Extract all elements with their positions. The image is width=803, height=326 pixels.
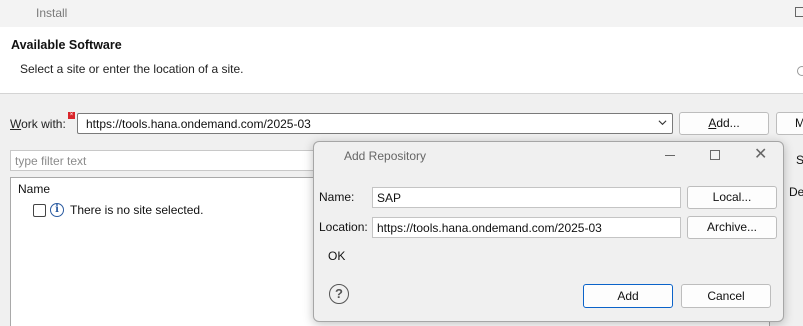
page-title: Available Software bbox=[11, 38, 122, 52]
info-icon: i bbox=[50, 203, 64, 217]
tree-row-label: There is no site selected. bbox=[70, 203, 204, 217]
work-with-value: https://tools.hana.ondemand.com/2025-03 bbox=[86, 117, 311, 131]
error-decoration-icon: × bbox=[68, 112, 75, 119]
help-icon[interactable]: ? bbox=[329, 284, 349, 304]
minimize-icon[interactable] bbox=[665, 155, 675, 156]
add-button[interactable]: Add bbox=[583, 284, 673, 308]
maximize-icon[interactable] bbox=[710, 150, 720, 160]
filter-placeholder: type filter text bbox=[15, 154, 87, 168]
add-site-button[interactable]: Add... bbox=[679, 112, 769, 135]
dialog-title-bar: Add Repository ✕ bbox=[314, 142, 783, 170]
tree-row[interactable]: i There is no site selected. bbox=[33, 203, 203, 217]
archive-button[interactable]: Archive... bbox=[687, 216, 777, 239]
deselect-all-button[interactable]: De bbox=[787, 182, 803, 204]
local-button[interactable]: Local... bbox=[687, 186, 777, 209]
maximize-icon[interactable] bbox=[795, 7, 803, 17]
row-checkbox[interactable] bbox=[33, 203, 46, 217]
add-repository-dialog: Add Repository ✕ Name: SAP Local... Loca… bbox=[313, 141, 784, 322]
name-value: SAP bbox=[377, 191, 402, 205]
column-header-name[interactable]: Name bbox=[18, 182, 50, 196]
name-field[interactable]: SAP bbox=[372, 187, 681, 208]
status-message: OK bbox=[328, 249, 346, 263]
chevron-down-icon[interactable] bbox=[658, 118, 667, 127]
name-label: Name: bbox=[319, 190, 355, 204]
dialog-title: Add Repository bbox=[344, 149, 427, 163]
wizard-header: Available Software Select a site or ente… bbox=[0, 27, 803, 94]
work-with-label: Work with: bbox=[10, 117, 66, 131]
work-with-combo[interactable]: https://tools.hana.ondemand.com/2025-03 bbox=[77, 113, 673, 134]
location-value: https://tools.hana.ondemand.com/2025-03 bbox=[377, 221, 602, 235]
close-icon[interactable]: ✕ bbox=[754, 147, 767, 163]
location-field[interactable]: https://tools.hana.ondemand.com/2025-03 bbox=[372, 217, 681, 238]
wizard-banner-icon bbox=[797, 66, 803, 76]
cancel-button[interactable]: Cancel bbox=[681, 284, 771, 308]
select-all-button[interactable]: S bbox=[787, 150, 803, 172]
window-title: Install bbox=[36, 6, 68, 20]
location-label: Location: bbox=[319, 220, 368, 234]
manage-button[interactable]: M bbox=[776, 112, 803, 135]
filter-input[interactable]: type filter text bbox=[10, 150, 330, 171]
page-description: Select a site or enter the location of a… bbox=[20, 62, 244, 76]
window-title-bar: Install bbox=[0, 0, 803, 27]
